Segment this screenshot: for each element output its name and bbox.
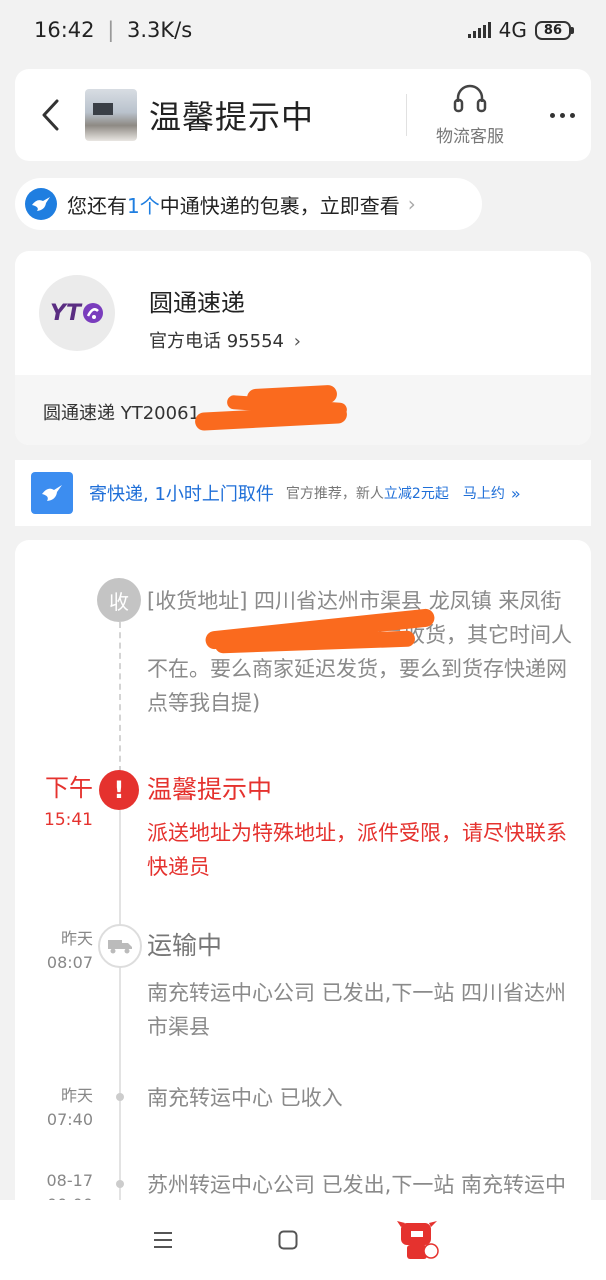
status-right: 4G 86 — [467, 18, 574, 42]
timeline-line — [119, 810, 121, 1240]
warning-event: 温馨提示中 派送地址为特殊地址，派件受限，请尽快联系快递员 — [147, 772, 573, 884]
banner-title: 寄快递, 1小时上门取件 — [89, 484, 274, 505]
yto-runner-icon — [82, 303, 103, 323]
truck-icon — [98, 924, 142, 968]
transit-head: 运输中 — [147, 931, 223, 960]
tracking-number: 圆通速递 YT20061 — [43, 403, 200, 424]
center-time: 07:40 — [46, 1110, 93, 1129]
status-bar: 16:42 | 3.3K/s 4G 86 — [0, 0, 606, 60]
yto-logo: YT — [39, 275, 115, 351]
back-arrow-icon — [42, 99, 59, 131]
courier-card: YT 圆通速递 官方电话 95554 › 圆通速递 YT20061 — [15, 251, 591, 445]
warning-time: 15:41 — [44, 810, 93, 830]
double-chevron-right-icon: » — [510, 483, 521, 503]
more-menu-button[interactable] — [533, 112, 591, 118]
banner-cta[interactable]: 马上约 — [463, 483, 505, 503]
menu-icon — [153, 1232, 172, 1248]
app-mascot-icon — [397, 1221, 440, 1259]
page-title: 温馨提示中 — [149, 98, 315, 136]
floating-app-button[interactable] — [393, 1215, 443, 1265]
product-thumbnail[interactable] — [85, 89, 137, 141]
header-card: 温馨提示中 物流客服 — [15, 69, 591, 161]
center-day: 昨天 — [60, 1086, 93, 1105]
warning-text: 派送地址为特殊地址，派件受限，请尽快联系快递员 — [147, 821, 567, 879]
warning-time-period: 下午 — [45, 774, 93, 802]
logistics-service-button[interactable]: 物流客服 — [407, 84, 533, 147]
notice-count: 1个 — [127, 193, 160, 218]
service-label: 物流客服 — [436, 126, 504, 147]
battery-icon: 86 — [534, 20, 574, 40]
network-speed: 3.3K/s — [126, 18, 193, 42]
network-type: 4G — [498, 18, 527, 42]
system-nav-bar — [0, 1200, 606, 1280]
timeline-dot — [116, 1180, 124, 1188]
transit-text: 南充转运中心公司 已发出,下一站 四川省达州市渠县 — [147, 981, 567, 1039]
zto-package-notice[interactable]: 您还有1个中通快递的包裹，立即查看 › — [15, 178, 482, 230]
tracking-timeline: 收 [收货地址] 四川省达州市渠县 龙凤镇 来凤街 (8月19号收货，其它时间人… — [15, 540, 591, 1240]
signal-icon — [467, 22, 491, 38]
suzhou-day: 08-17 — [46, 1171, 94, 1190]
center-event: 南充转运中心 已收入 — [147, 1086, 343, 1110]
receive-address-text: [收货地址] 四川省达州市渠县 龙凤镇 来凤街 (8月19号收货，其它时间人不在… — [147, 589, 572, 715]
timeline-dashed-line — [119, 622, 121, 772]
status-left: 16:42 | 3.3K/s — [34, 18, 193, 42]
receive-address-badge: 收 — [97, 578, 141, 622]
chevron-right-icon: › — [407, 192, 416, 216]
transit-time: 08:07 — [46, 953, 93, 972]
courier-phone[interactable]: 官方电话 95554 › — [149, 327, 301, 353]
transit-event: 运输中 南充转运中心公司 已发出,下一站 四川省达州市渠县 — [147, 928, 573, 1044]
send-express-banner[interactable]: 寄快递, 1小时上门取件 官方推荐，新人立减2元起 马上约 » — [15, 460, 591, 526]
menu-button[interactable] — [143, 1220, 183, 1260]
warning-icon: ! — [99, 770, 139, 810]
more-dot-icon — [549, 112, 555, 118]
notice-text: 您还有1个中通快递的包裹，立即查看 — [67, 193, 400, 218]
battery-level: 86 — [534, 20, 571, 40]
warning-head: 温馨提示中 — [147, 775, 273, 804]
status-time: 16:42 — [34, 18, 95, 42]
home-square-icon — [278, 1230, 298, 1250]
courier-name: 圆通速递 — [149, 289, 245, 317]
headset-icon — [453, 84, 487, 112]
zto-bird-icon — [25, 188, 57, 220]
back-button[interactable] — [15, 69, 85, 161]
transit-day: 昨天 — [60, 929, 93, 948]
parcel-box-icon — [31, 472, 73, 514]
home-button[interactable] — [268, 1220, 308, 1260]
timeline-dot — [116, 1093, 124, 1101]
chevron-right-icon: › — [293, 331, 301, 352]
banner-subtitle: 官方推荐，新人立减2元起 — [285, 486, 449, 502]
